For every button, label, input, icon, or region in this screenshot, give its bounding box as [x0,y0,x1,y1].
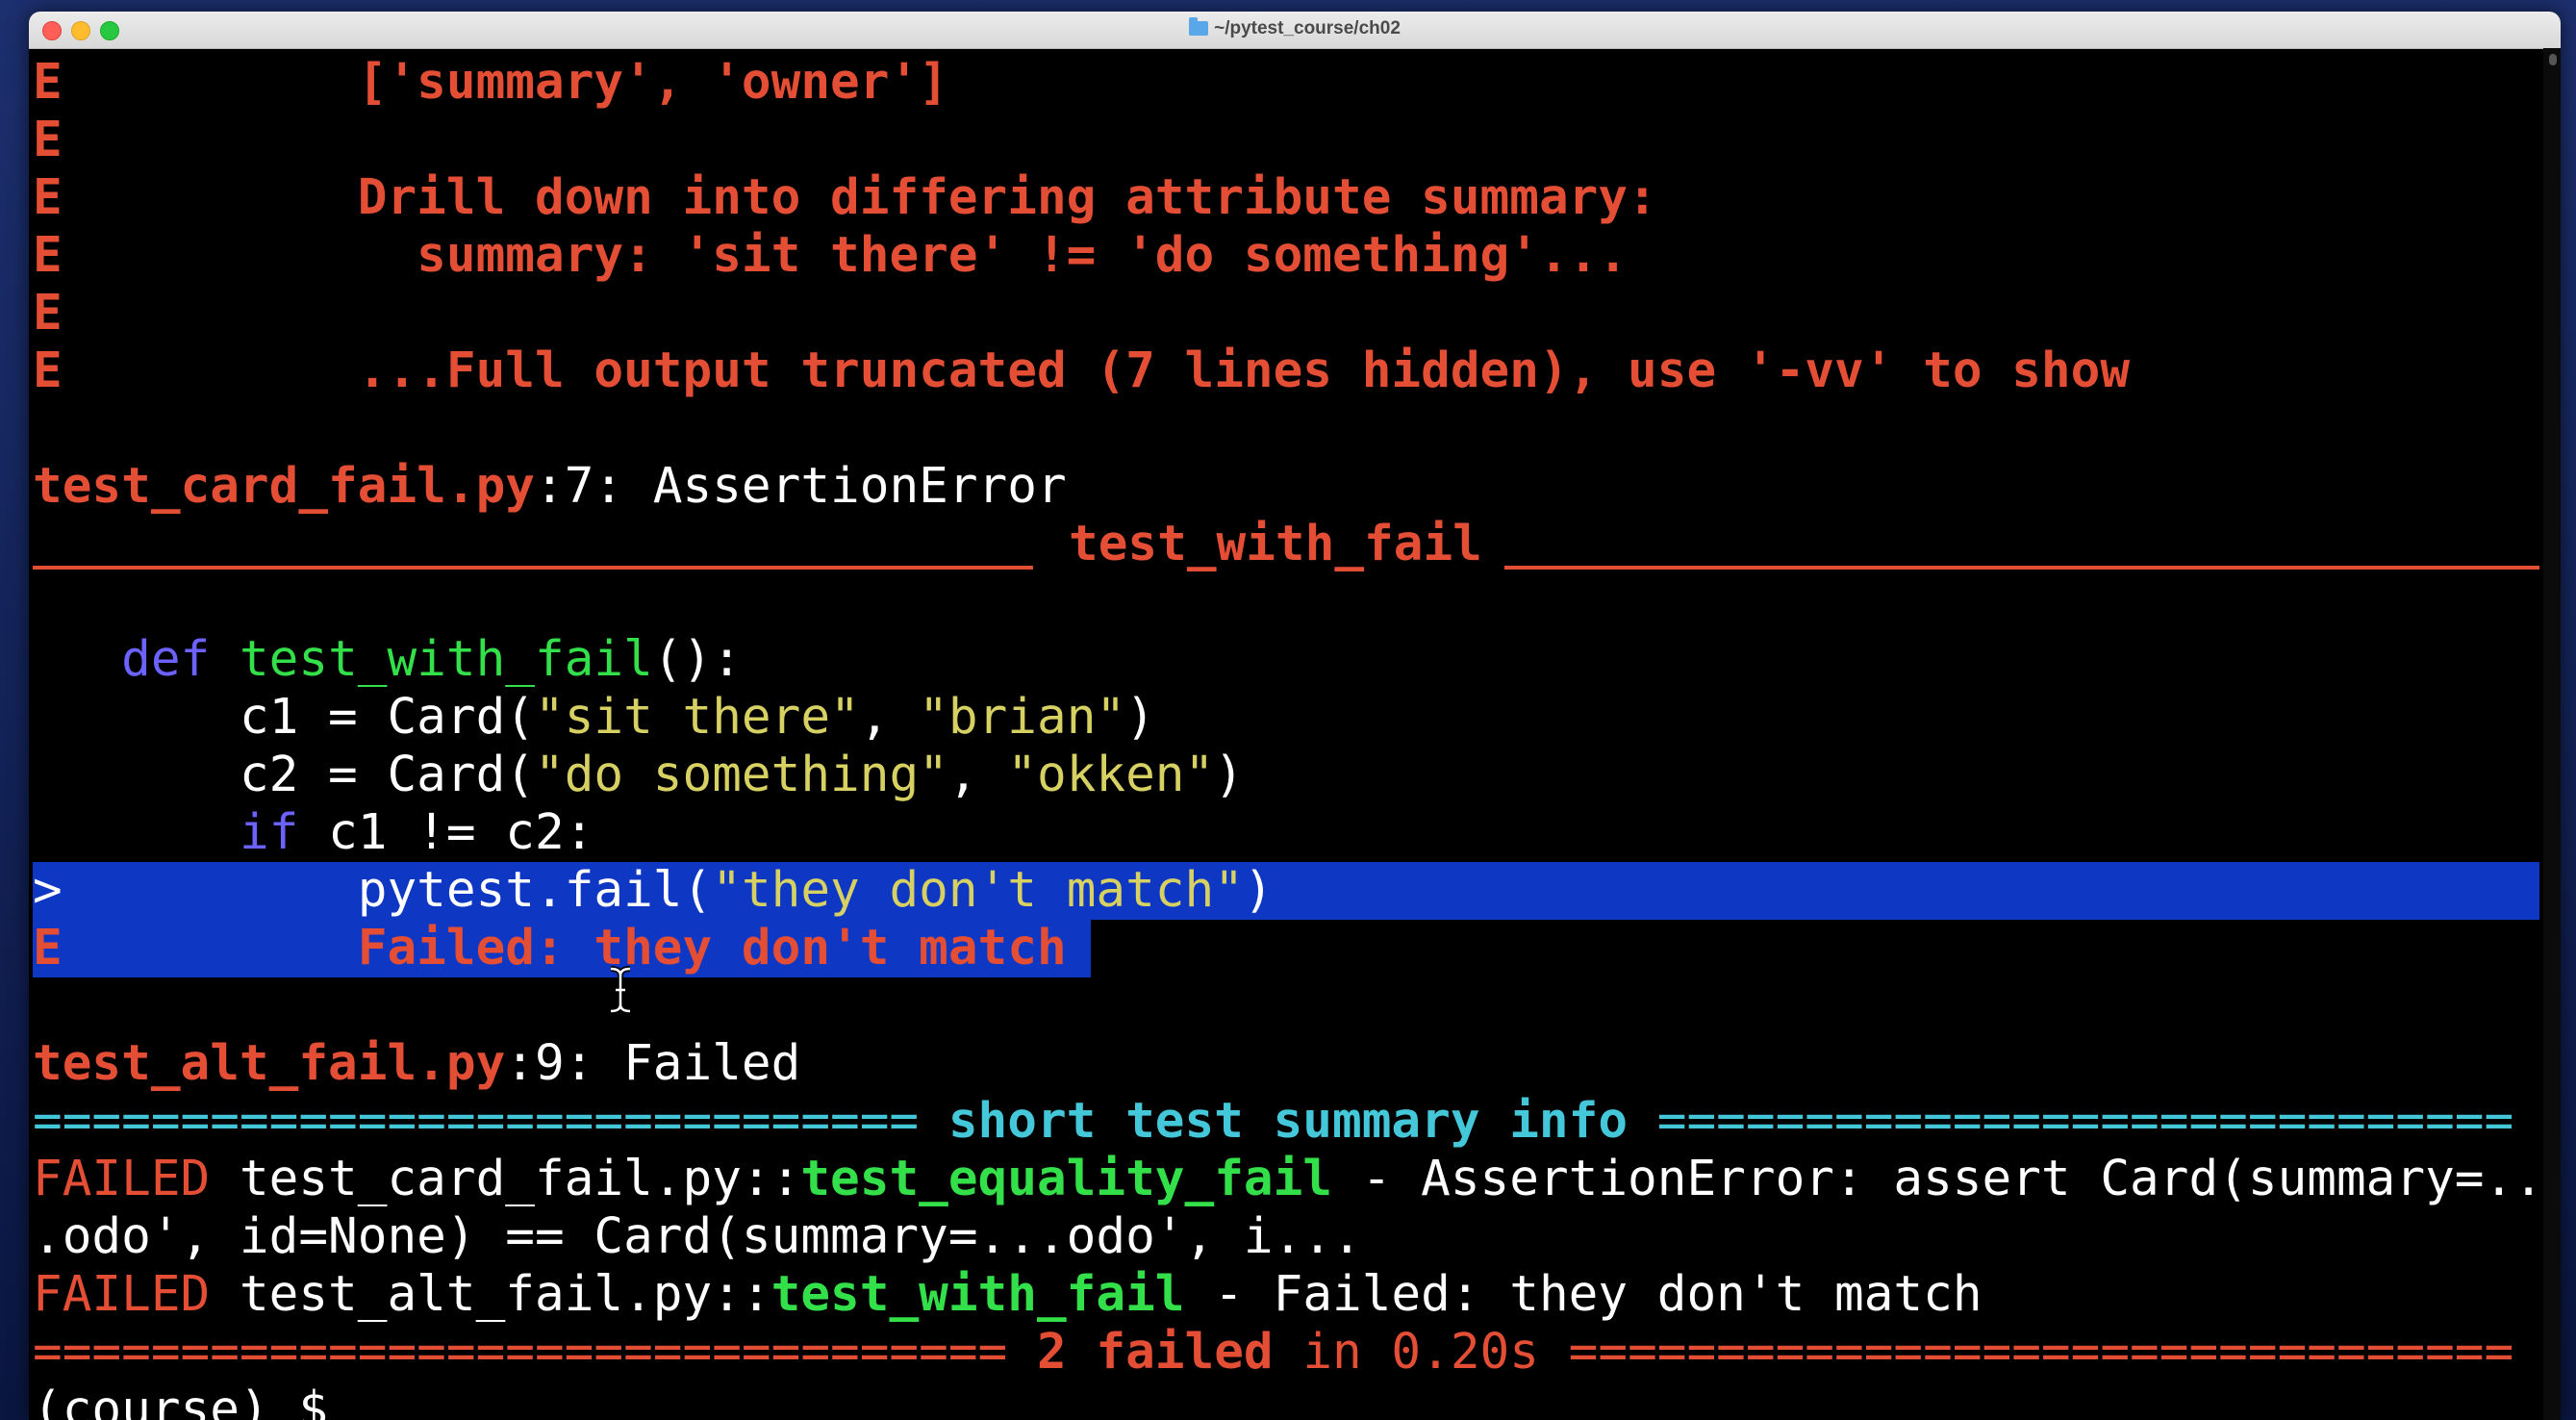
error-marker: E [33,285,63,342]
separator: ================================= [33,1324,1037,1381]
vertical-scrollbar[interactable] [2543,48,2561,1420]
code-text: (): [652,631,742,688]
string-literal: "sit there" [534,689,860,746]
window-title-text: ~/pytest_course/ch02 [1214,18,1401,38]
code-text: ) [1214,747,1244,803]
test-name: test_with_fail [770,1266,1185,1323]
code-text: c1 != c2: [298,804,594,861]
section-rule-right [1504,566,2539,570]
selected-code-line[interactable]: > pytest.fail("they don't match") [33,862,2539,920]
file-name: test_alt_fail.py [33,1035,506,1092]
separator: ============================== [33,1093,948,1150]
shell-prompt[interactable]: (course) $ [33,1382,2539,1420]
prompt-text: (course) $ [33,1382,358,1420]
terminal-output[interactable]: E ['summary', 'owner'] E E Drill down in… [33,48,2543,1420]
code-text: c1 = Card( [239,689,535,746]
code-text: c2 = Card( [239,747,535,803]
duration: in 0.20s [1273,1324,1539,1381]
folder-icon [1189,17,1209,36]
terminal-line: E [33,285,2539,342]
error-marker: E [33,54,63,111]
scrollbar-thumb[interactable] [2549,54,2557,65]
title-bar[interactable]: ~/pytest_course/ch02 [29,12,2561,49]
status-label: FAILED [33,1266,211,1323]
status-label: FAILED [33,1151,211,1207]
terminal-line: E Drill down into differing attribute su… [33,169,2539,227]
summary-title: short test summary info [947,1093,1629,1150]
failure-location: :9: Failed [505,1035,801,1092]
terminal-line: test_alt_fail.py:9: Failed [33,1035,2539,1093]
test-path: test_alt_fail.py:: [210,1266,771,1323]
string-literal: "brian" [919,689,1126,746]
selected-error-line[interactable]: E Failed: they don't match [33,920,1091,977]
string-literal: "they don't match" [712,862,1244,919]
error-text: ['summary', 'owner'] [62,54,948,111]
terminal-line: E ['summary', 'owner'] [33,54,2539,112]
string-literal: "do something" [534,747,948,803]
code-line: c2 = Card("do something", "okken") [33,747,2539,804]
string-literal: "okken" [1007,747,1215,803]
error-marker: E [33,169,63,226]
result-summary: ================================= 2 fail… [33,1324,2539,1382]
keyword: def [121,631,211,688]
failed-count: 2 failed [1036,1324,1274,1381]
section-header: test_with_fail [1069,516,1482,572]
test-name: test_equality_fail [800,1151,1333,1207]
code-text: ) [1125,689,1155,746]
summary-line: FAILED test_alt_fail.py::test_with_fail … [33,1266,2539,1324]
error-marker: E [33,112,63,168]
failure-location: :7: AssertionError [534,458,1067,515]
error-marker: E [33,342,63,399]
separator: ============================= [1628,1093,2514,1150]
terminal-window: ~/pytest_course/ch02 E ['summary', 'owne… [29,12,2561,1420]
summary-line: FAILED test_card_fail.py::test_equality_… [33,1151,2543,1208]
keyword: if [239,804,299,861]
separator: ================================ [1538,1324,2514,1381]
code-text: , [947,747,1008,803]
text-cursor-icon [610,966,631,1014]
error-text: ...Full output truncated (7 lines hidden… [62,342,2131,399]
failure-message: - Failed: they don't match [1184,1266,1983,1323]
error-marker: E [33,920,63,976]
terminal-line: E [33,112,2539,169]
terminal-line: test_card_fail.py:7: AssertionError [33,458,2539,516]
failure-message: - AssertionError: assert Card(summary=.. [1332,1151,2543,1207]
code-line: def test_with_fail(): [33,631,2539,689]
function-name: test_with_fail [239,631,653,688]
code-text: , [859,689,920,746]
error-text: Failed: they don't match [357,920,1067,976]
error-text: Drill down into differing attribute summ… [62,169,1657,226]
summary-header: ============================== short tes… [33,1093,2539,1151]
window-title: ~/pytest_course/ch02 [29,17,2561,39]
test-path: test_card_fail.py:: [210,1151,801,1207]
terminal-line: E summary: 'sit there' != 'do something'… [33,227,2539,285]
error-marker: E [33,227,63,284]
code-text: ) [1243,862,1274,919]
code-text: pytest.fail( [357,862,713,919]
summary-line-continued: .odo', id=None) == Card(summary=...odo',… [33,1208,1362,1265]
file-name: test_card_fail.py [33,458,535,515]
current-line-marker: > [33,862,63,919]
error-text: summary: 'sit there' != 'do something'..… [62,227,1629,284]
section-rule-left [33,566,1033,570]
terminal-line: E ...Full output truncated (7 lines hidd… [33,342,2539,400]
code-line: c1 = Card("sit there", "brian") [33,689,2539,747]
code-line: if c1 != c2: [33,804,2539,862]
